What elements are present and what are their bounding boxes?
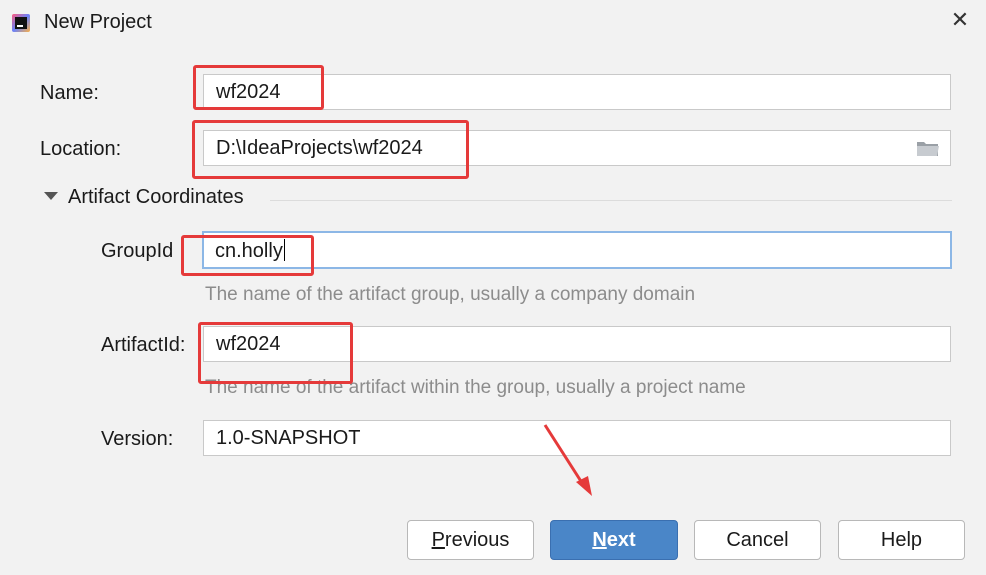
folder-icon[interactable]: [916, 139, 940, 157]
version-value: 1.0-SNAPSHOT: [216, 427, 361, 449]
location-label: Location:: [40, 138, 122, 160]
name-value: wf2024: [216, 81, 281, 103]
groupid-field[interactable]: cn.holly: [202, 231, 952, 269]
artifact-coordinates-label: Artifact Coordinates: [68, 186, 244, 208]
previous-label: revious: [444, 529, 510, 551]
previous-mnemonic: P: [431, 529, 445, 551]
artifactid-label: ArtifactId:: [101, 334, 186, 356]
name-label: Name:: [40, 82, 99, 104]
version-label: Version:: [101, 428, 174, 450]
intellij-idea-icon: [12, 14, 30, 32]
artifactid-value: wf2024: [216, 333, 281, 355]
groupid-value-wrap: cn.holly: [215, 239, 285, 263]
text-caret: [283, 239, 285, 261]
close-icon[interactable]: ✕: [946, 6, 974, 34]
next-mnemonic: N: [592, 529, 607, 551]
next-label: ext: [606, 529, 636, 551]
title-bar: New Project ✕: [0, 0, 986, 46]
artifactid-hint: The name of the artifact within the grou…: [205, 377, 746, 398]
location-field[interactable]: D:\IdeaProjects\wf2024: [203, 130, 951, 166]
cancel-button[interactable]: Cancel: [694, 520, 821, 560]
chevron-down-icon: [44, 192, 58, 200]
groupid-label: GroupId: [101, 240, 174, 262]
groupid-value: cn.holly: [215, 240, 283, 262]
help-button[interactable]: Help: [838, 520, 965, 560]
artifact-coordinates-toggle[interactable]: Artifact Coordinates: [44, 186, 244, 209]
window-title: New Project: [44, 11, 152, 33]
groupid-hint: The name of the artifact group, usually …: [205, 284, 696, 305]
previous-button[interactable]: Previous: [407, 520, 534, 560]
artifactid-field[interactable]: wf2024: [203, 326, 951, 362]
next-button[interactable]: Next: [550, 520, 678, 560]
location-value: D:\IdeaProjects\wf2024: [216, 137, 423, 159]
section-divider: [270, 200, 952, 201]
name-field[interactable]: wf2024: [203, 74, 951, 110]
arrow-annotation-icon: [543, 424, 592, 496]
